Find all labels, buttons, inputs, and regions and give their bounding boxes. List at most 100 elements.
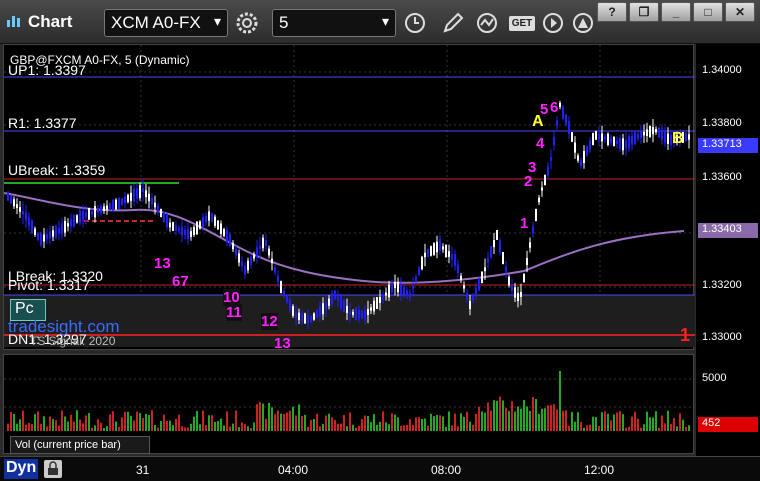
- volume-bar: [337, 423, 339, 431]
- candle-body: [433, 243, 435, 255]
- play-button[interactable]: [540, 10, 566, 36]
- candle-body: [262, 237, 264, 249]
- volume-bar: [325, 415, 327, 431]
- volume-bar: [154, 424, 156, 431]
- candle-body: [214, 216, 216, 226]
- volume-bar: [178, 414, 180, 431]
- candle-body: [76, 215, 78, 223]
- volume-bar: [328, 413, 330, 431]
- volume-bar: [490, 410, 492, 431]
- volume-bar: [466, 411, 468, 431]
- volume-bar: [436, 415, 438, 431]
- volume-bar: [58, 425, 60, 431]
- candle-body: [106, 205, 108, 210]
- volume-bar: [46, 426, 48, 431]
- candle-body: [571, 132, 573, 142]
- dyn-button[interactable]: Dyn: [4, 459, 38, 479]
- volume-bar: [505, 407, 507, 431]
- volume-bar: [529, 410, 531, 431]
- volume-bar: [556, 409, 558, 431]
- volume-bar: [370, 422, 372, 431]
- candle-body: [487, 258, 489, 263]
- candle-body: [520, 292, 522, 297]
- candle-body: [502, 251, 504, 265]
- time-label: 12:00: [584, 463, 615, 477]
- volume-bar: [316, 413, 318, 431]
- candle-body: [490, 246, 492, 259]
- candle-body: [667, 133, 669, 144]
- volume-bar: [670, 424, 672, 431]
- chevron-down-icon[interactable]: ▾: [382, 13, 389, 30]
- volume-bar: [658, 427, 660, 431]
- candle-body: [358, 309, 360, 319]
- marker-1: 1: [680, 325, 691, 345]
- volume-bar: [631, 416, 633, 431]
- interval-select[interactable]: 5 ▾: [272, 9, 396, 37]
- candle-body: [628, 136, 630, 149]
- volume-bar: [97, 419, 99, 431]
- volume-bar: [469, 421, 471, 431]
- time-axis[interactable]: Dyn 31 04:00 08:00 12:00: [0, 456, 760, 481]
- volume-bar: [430, 413, 432, 431]
- candle-body: [130, 192, 132, 201]
- volume-caption[interactable]: Vol (current price bar): [10, 436, 150, 454]
- warning-icon: [573, 13, 593, 33]
- volume-bar: [82, 423, 84, 431]
- volume-bar: [10, 412, 12, 431]
- candle-body: [253, 254, 255, 259]
- help-window-button[interactable]: ?: [597, 2, 627, 22]
- volume-bar: [499, 396, 501, 431]
- maximize-button[interactable]: □: [693, 2, 723, 22]
- volume-bar: [367, 416, 369, 431]
- help-button[interactable]: [570, 10, 596, 36]
- candle-body: [226, 230, 228, 243]
- price-panel[interactable]: GBP@FXCM A0-FX, 5 (Dynamic) UP1: 1.3397 …: [3, 44, 695, 352]
- candle-body: [136, 188, 138, 199]
- lock-icon[interactable]: [44, 460, 62, 478]
- volume-bar: [193, 416, 195, 431]
- volume-bar: [607, 413, 609, 431]
- volume-bar: [229, 426, 231, 431]
- candle-body: [424, 252, 426, 258]
- candle-body: [436, 241, 438, 253]
- volume-bar: [655, 411, 657, 431]
- candle-body: [649, 125, 651, 138]
- price-chart-canvas: [4, 45, 695, 351]
- candle-body: [229, 234, 231, 246]
- settings-button[interactable]: [234, 10, 260, 36]
- volume-bar: [199, 424, 201, 431]
- volume-panel[interactable]: Vol (current price bar): [3, 354, 695, 454]
- get-button[interactable]: GET: [506, 10, 538, 36]
- restore-window-button[interactable]: ❐: [629, 2, 659, 22]
- volume-bar: [373, 414, 375, 431]
- candle-body: [286, 295, 288, 303]
- study-button[interactable]: [474, 10, 500, 36]
- candle-body: [163, 212, 165, 222]
- volume-bar: [28, 422, 30, 431]
- chevron-down-icon[interactable]: ▾: [214, 13, 221, 30]
- volume-bar: [637, 418, 639, 431]
- volume-bar: [385, 422, 387, 431]
- candle-body: [268, 248, 270, 256]
- minimize-button[interactable]: _: [661, 2, 691, 22]
- volume-bar: [247, 426, 249, 431]
- clock-button[interactable]: [402, 10, 428, 36]
- price-axis-label: 1.33800: [702, 117, 742, 129]
- volume-bar: [583, 427, 585, 431]
- candle-body: [235, 248, 237, 256]
- volume-bar: [346, 426, 348, 431]
- volume-bar: [79, 419, 81, 431]
- symbol-select[interactable]: XCM A0-FX ▾: [104, 9, 228, 37]
- draw-button[interactable]: [440, 10, 466, 36]
- price-axis[interactable]: 1.34000 1.33800 1.33600 1.33403 1.33200 …: [696, 44, 760, 456]
- candle-body: [145, 190, 147, 198]
- candle-body: [622, 138, 624, 151]
- candle-body: [22, 211, 24, 215]
- volume-bar: [118, 426, 120, 431]
- volume-bar: [388, 424, 390, 431]
- up1-label: UP1: 1.3397: [8, 62, 86, 78]
- volume-bar: [484, 412, 486, 431]
- volume-bar: [250, 427, 252, 431]
- close-button[interactable]: ✕: [725, 2, 755, 22]
- candle-body: [505, 266, 507, 273]
